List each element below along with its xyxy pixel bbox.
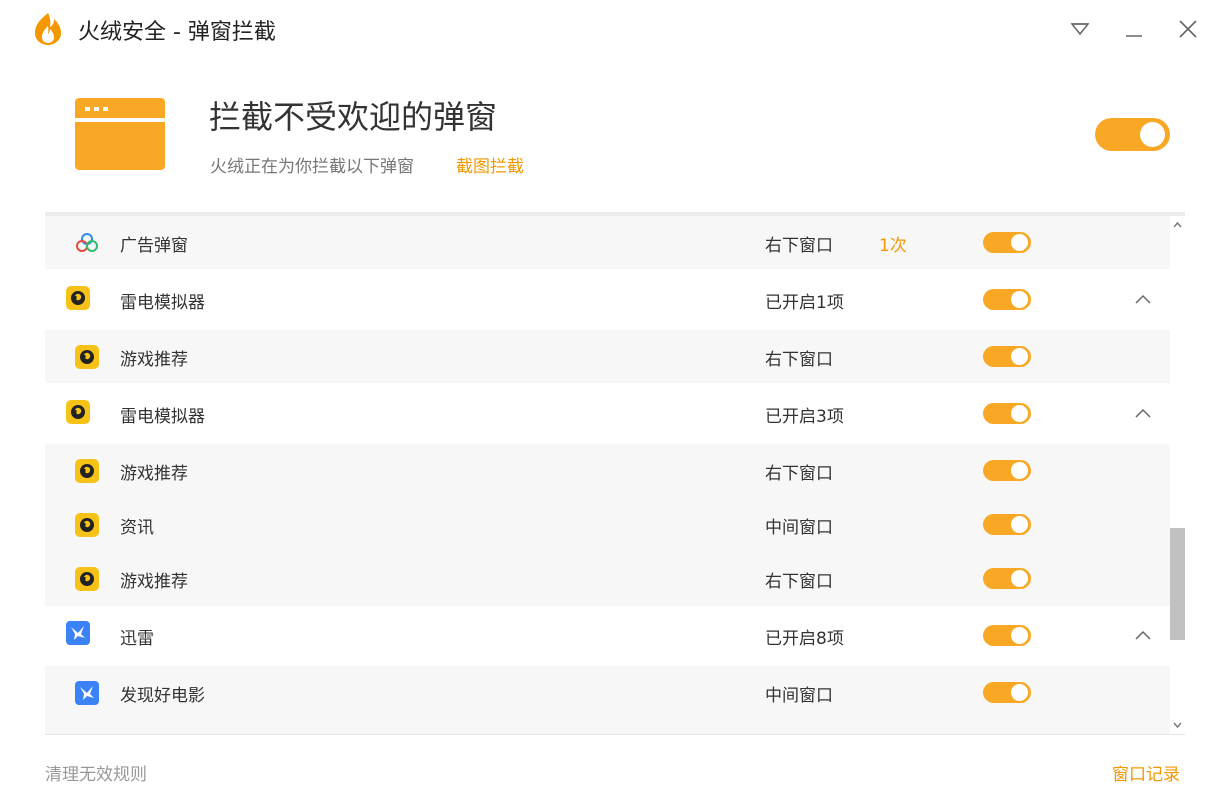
item-name: 资讯 [120,518,154,538]
item-toggle[interactable] [983,514,1031,535]
item-status: 已开启1项 [765,293,844,313]
xunlei-bird-icon [75,681,99,705]
item-toggle[interactable] [983,682,1031,703]
item-name: 发现好电影 [120,686,205,706]
item-location: 右下窗口 [765,464,833,484]
item-toggle[interactable] [983,460,1031,481]
item-status: 已开启8项 [765,629,844,649]
chevron-up-icon[interactable] [1133,628,1153,642]
browser-window-icon [75,98,165,170]
close-icon[interactable] [1173,14,1203,44]
toggle-knob [1011,627,1028,644]
divider [45,734,1185,735]
list-group-header[interactable]: 雷电模拟器 已开启1项 [45,270,1170,328]
item-location: 中间窗口 [765,686,833,706]
list-item: 广告弹窗 右下窗口 1次 [45,216,1170,269]
leidian-emulator-icon [66,400,90,424]
toggle-knob [1011,234,1028,251]
baidu-cloud-icon [76,233,98,252]
window-title: 火绒安全 - 弹窗拦截 [78,20,276,45]
item-toggle[interactable] [983,568,1031,589]
toggle-knob [1011,570,1028,587]
window-history-link[interactable]: 窗口记录 [1112,760,1180,785]
page-title: 拦截不受欢迎的弹窗 [209,98,498,136]
toggle-knob [1011,291,1028,308]
item-location: 中间窗口 [765,518,833,538]
scroll-down-icon[interactable] [1170,716,1185,734]
scroll-up-icon[interactable] [1170,216,1185,234]
huorong-flame-icon [35,13,61,45]
item-name: 迅雷 [120,629,154,649]
clean-invalid-rules-link[interactable]: 清理无效规则 [45,760,147,785]
item-toggle[interactable] [983,625,1031,646]
leidian-emulator-icon [75,513,99,537]
leidian-emulator-icon [66,286,90,310]
item-toggle[interactable] [983,346,1031,367]
chevron-up-icon[interactable] [1133,292,1153,306]
item-name: 游戏推荐 [120,464,188,484]
toggle-knob [1140,122,1165,147]
toggle-knob [1011,684,1028,701]
leidian-emulator-icon [75,459,99,483]
toggle-knob [1011,405,1028,422]
item-location: 右下窗口 [765,236,833,256]
leidian-emulator-icon [75,567,99,591]
chevron-up-icon[interactable] [1133,406,1153,420]
title-bar: 火绒安全 - 弹窗拦截 [0,0,1229,60]
toggle-knob [1011,516,1028,533]
popup-rule-list: 广告弹窗 右下窗口 1次 雷电模拟器 已开启1项 游戏推荐 右下窗口 雷电模拟器… [45,216,1170,734]
list-item: 游戏推荐 右下窗口 [45,330,1170,383]
item-toggle[interactable] [983,289,1031,310]
list-group-header[interactable]: 雷电模拟器 已开启3项 [45,384,1170,442]
master-toggle[interactable] [1095,118,1170,151]
list-item: 发现好电影 中间窗口 [45,666,1170,734]
item-toggle[interactable] [983,232,1031,253]
item-name: 游戏推荐 [120,350,188,370]
item-location: 右下窗口 [765,572,833,592]
item-name: 广告弹窗 [120,236,188,256]
item-status: 已开启3项 [765,407,844,427]
toggle-knob [1011,348,1028,365]
screenshot-block-link[interactable]: 截图拦截 [456,152,524,177]
toggle-knob [1011,462,1028,479]
page-subtitle: 火绒正在为你拦截以下弹窗 [210,157,414,177]
minimize-icon[interactable] [1119,14,1149,44]
xunlei-bird-icon [66,621,90,645]
menu-triangle-icon[interactable] [1065,14,1095,44]
list-subgroup: 游戏推荐 右下窗口 资讯 中间窗口 游戏推荐 右下窗口 [45,444,1170,606]
item-name: 游戏推荐 [120,572,188,592]
item-toggle[interactable] [983,403,1031,424]
item-location: 右下窗口 [765,350,833,370]
item-name: 雷电模拟器 [120,407,205,427]
item-name: 雷电模拟器 [120,293,205,313]
scrollbar-thumb[interactable] [1170,528,1185,640]
list-group-header[interactable]: 迅雷 已开启8项 [45,606,1170,664]
leidian-emulator-icon [75,345,99,369]
item-count: 1次 [879,236,907,256]
